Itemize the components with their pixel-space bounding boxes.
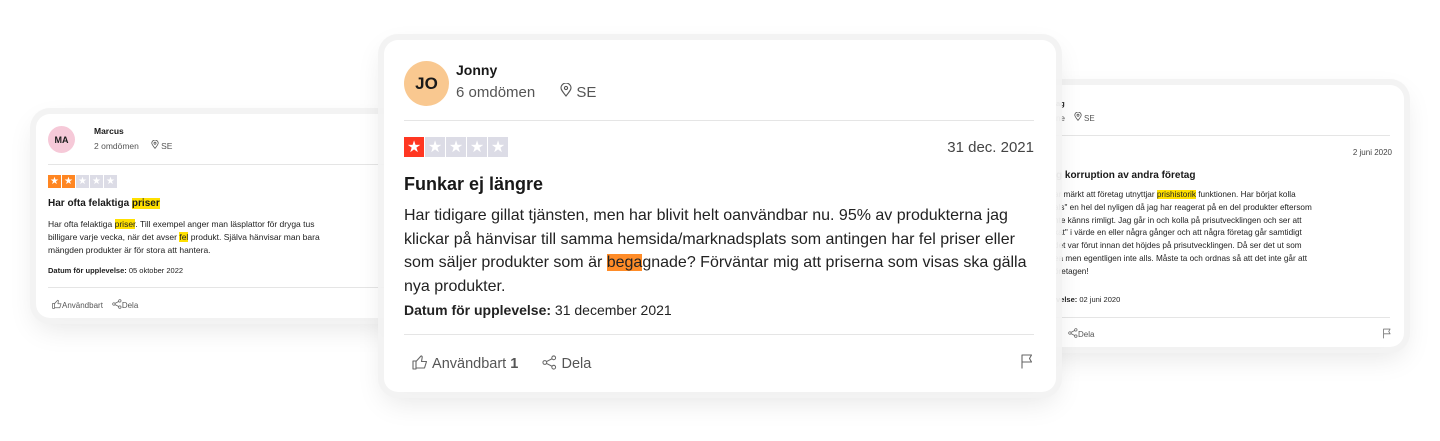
review-body: Har tidigare gillat tjänsten, men har bl… xyxy=(404,204,1040,298)
body-line: Har ofta felaktiga priser. Till exempel … xyxy=(48,218,404,231)
body-line: öretagen! xyxy=(1054,266,1089,276)
reviewer-meta: ne SE xyxy=(1056,111,1095,123)
review-body: ar märkt att företag utnyttjar prishisto… xyxy=(1054,189,1400,279)
share-label: Dela xyxy=(121,300,139,310)
country: SE xyxy=(1084,114,1095,123)
body-text: . Till exempel anger man läsplattor för … xyxy=(135,219,315,229)
review-body: Har ofta felaktiga priser. Till exempel … xyxy=(48,218,404,256)
reviewer-meta: 6 omdömen SE xyxy=(456,82,597,101)
reviewer-meta: 2 omdömen SE xyxy=(94,139,173,151)
share-label: Dela xyxy=(561,356,592,372)
review-date: 31 dec. 2021 xyxy=(947,139,1034,156)
review-card-right: ag ne SE 2 juni 2020 g korruption av and… xyxy=(1030,85,1404,347)
star-empty-icon: ★ xyxy=(446,137,466,157)
review-count: ne xyxy=(1056,114,1065,123)
review-title[interactable]: Funkar ej längre xyxy=(404,174,543,195)
experience-date: Datum för upplevelse: 31 december 2021 xyxy=(404,302,672,318)
star-filled-icon: ★ xyxy=(48,175,61,188)
body-line: det var förut innan det höjdes på prisut… xyxy=(1054,241,1302,251)
body-line: ea men egentligen inte alls. Måste ta oc… xyxy=(1054,253,1308,263)
body-text: ar märkt att företag utnyttjar xyxy=(1054,190,1157,199)
star-rating: ★ ★ ★ ★ ★ xyxy=(48,175,118,188)
body-highlight: bega xyxy=(606,254,643,271)
share-button[interactable]: Dela xyxy=(112,299,138,311)
experience-date: Datum för upplevelse: 05 oktober 2022 xyxy=(48,266,183,275)
reviewer-name[interactable]: Marcus xyxy=(94,126,124,136)
share-icon xyxy=(112,299,122,311)
star-empty-icon: ★ xyxy=(76,175,89,188)
country: SE xyxy=(161,141,173,151)
body-highlight: prishistorik xyxy=(1156,190,1196,199)
body-line: nte känns rimligt. Jag går in och kolla … xyxy=(1054,215,1302,225)
share-icon xyxy=(1068,328,1078,340)
thumbs-up-icon xyxy=(412,354,428,374)
review-count: 6 omdömen xyxy=(456,84,536,101)
body-line: kat" i värde en eller några gånger och a… xyxy=(1054,228,1302,238)
star-filled-icon: ★ xyxy=(62,175,75,188)
reviewer-name[interactable]: ag xyxy=(1056,99,1065,108)
star-rating: ★ ★ ★ ★ ★ xyxy=(404,137,509,157)
avatar[interactable]: MA xyxy=(48,126,75,153)
experience-value: 02 juni 2020 xyxy=(1079,295,1121,304)
body-text: billigare varje vecka, när det avser xyxy=(48,231,180,242)
location-pin-icon xyxy=(151,139,159,151)
review-title[interactable]: Har ofta felaktiga priser xyxy=(48,198,160,209)
review-count: 2 omdömen xyxy=(94,141,139,151)
share-button[interactable]: Dela xyxy=(1068,328,1094,340)
avatar[interactable]: JO xyxy=(404,61,449,106)
review-card-jonny: JO Jonny 6 omdömen SE ★ ★ ★ ★ ★ 31 dec. 2021… xyxy=(384,40,1056,392)
body-line: billigare varje vecka, när det avser fel… xyxy=(48,231,404,244)
review-card-marcus: MA Marcus 2 omdömen SE ★ ★ ★ ★ ★ Har ofta fe… xyxy=(36,114,404,318)
body-text: funktionen. Har börjat kolla xyxy=(1195,190,1296,199)
experience-label: Datum för upplevelse: xyxy=(48,266,127,275)
experience-label: velse: xyxy=(1056,295,1078,304)
title-text: Har ofta felaktiga xyxy=(48,198,132,209)
useful-button[interactable]: Användbart 1 xyxy=(412,354,518,374)
review-actions: Dela xyxy=(1068,328,1094,340)
review-actions: Användbart Dela xyxy=(52,299,138,311)
body-text: Har ofta felaktiga xyxy=(48,219,115,229)
body-highlight: fel xyxy=(179,231,189,242)
divider xyxy=(1046,135,1390,136)
star-filled-icon: ★ xyxy=(404,137,424,157)
title-highlight: priser xyxy=(131,198,160,209)
star-empty-icon: ★ xyxy=(90,175,103,188)
body-text: produkt. Själva hänvisar man bara xyxy=(188,231,320,242)
useful-label: Användbart xyxy=(62,300,103,310)
star-empty-icon: ★ xyxy=(104,175,117,188)
star-empty-icon: ★ xyxy=(425,137,445,157)
review-actions: Användbart 1 Dela xyxy=(412,354,591,374)
review-date: 2 juni 2020 xyxy=(1352,148,1392,157)
location-pin-icon xyxy=(560,82,572,101)
body-line: ar märkt att företag utnyttjar prishisto… xyxy=(1054,189,1400,202)
star-empty-icon: ★ xyxy=(488,137,508,157)
review-title[interactable]: g korruption av andra företag xyxy=(1056,170,1195,181)
country: SE xyxy=(576,84,597,101)
experience-value: 31 december 2021 xyxy=(554,302,672,318)
experience-date: velse: 02 juni 2020 xyxy=(1056,295,1120,304)
body-line: als" en hel del nyligen då jag har reage… xyxy=(1054,202,1312,212)
location-pin-icon xyxy=(1074,111,1082,123)
reviewer-name[interactable]: Jonny xyxy=(456,62,497,78)
divider xyxy=(404,120,1034,121)
experience-value: 05 oktober 2022 xyxy=(128,266,184,275)
share-icon xyxy=(542,354,557,374)
flag-icon[interactable] xyxy=(1382,326,1392,344)
useful-label: Användbart xyxy=(432,356,507,372)
useful-count: 1 xyxy=(510,356,519,372)
divider xyxy=(1046,317,1390,318)
body-line: mängden produkter är för stora att hante… xyxy=(48,244,211,255)
divider xyxy=(404,334,1034,335)
useful-button[interactable]: Användbart xyxy=(52,299,103,311)
star-empty-icon: ★ xyxy=(467,137,487,157)
divider xyxy=(48,164,404,165)
experience-label: Datum för upplevelse: xyxy=(404,302,552,318)
thumbs-up-icon xyxy=(52,299,62,311)
body-highlight: priser xyxy=(114,219,136,229)
divider xyxy=(48,287,404,288)
share-label: Dela xyxy=(1078,329,1095,339)
flag-icon[interactable] xyxy=(1020,353,1034,375)
share-button[interactable]: Dela xyxy=(542,354,592,374)
